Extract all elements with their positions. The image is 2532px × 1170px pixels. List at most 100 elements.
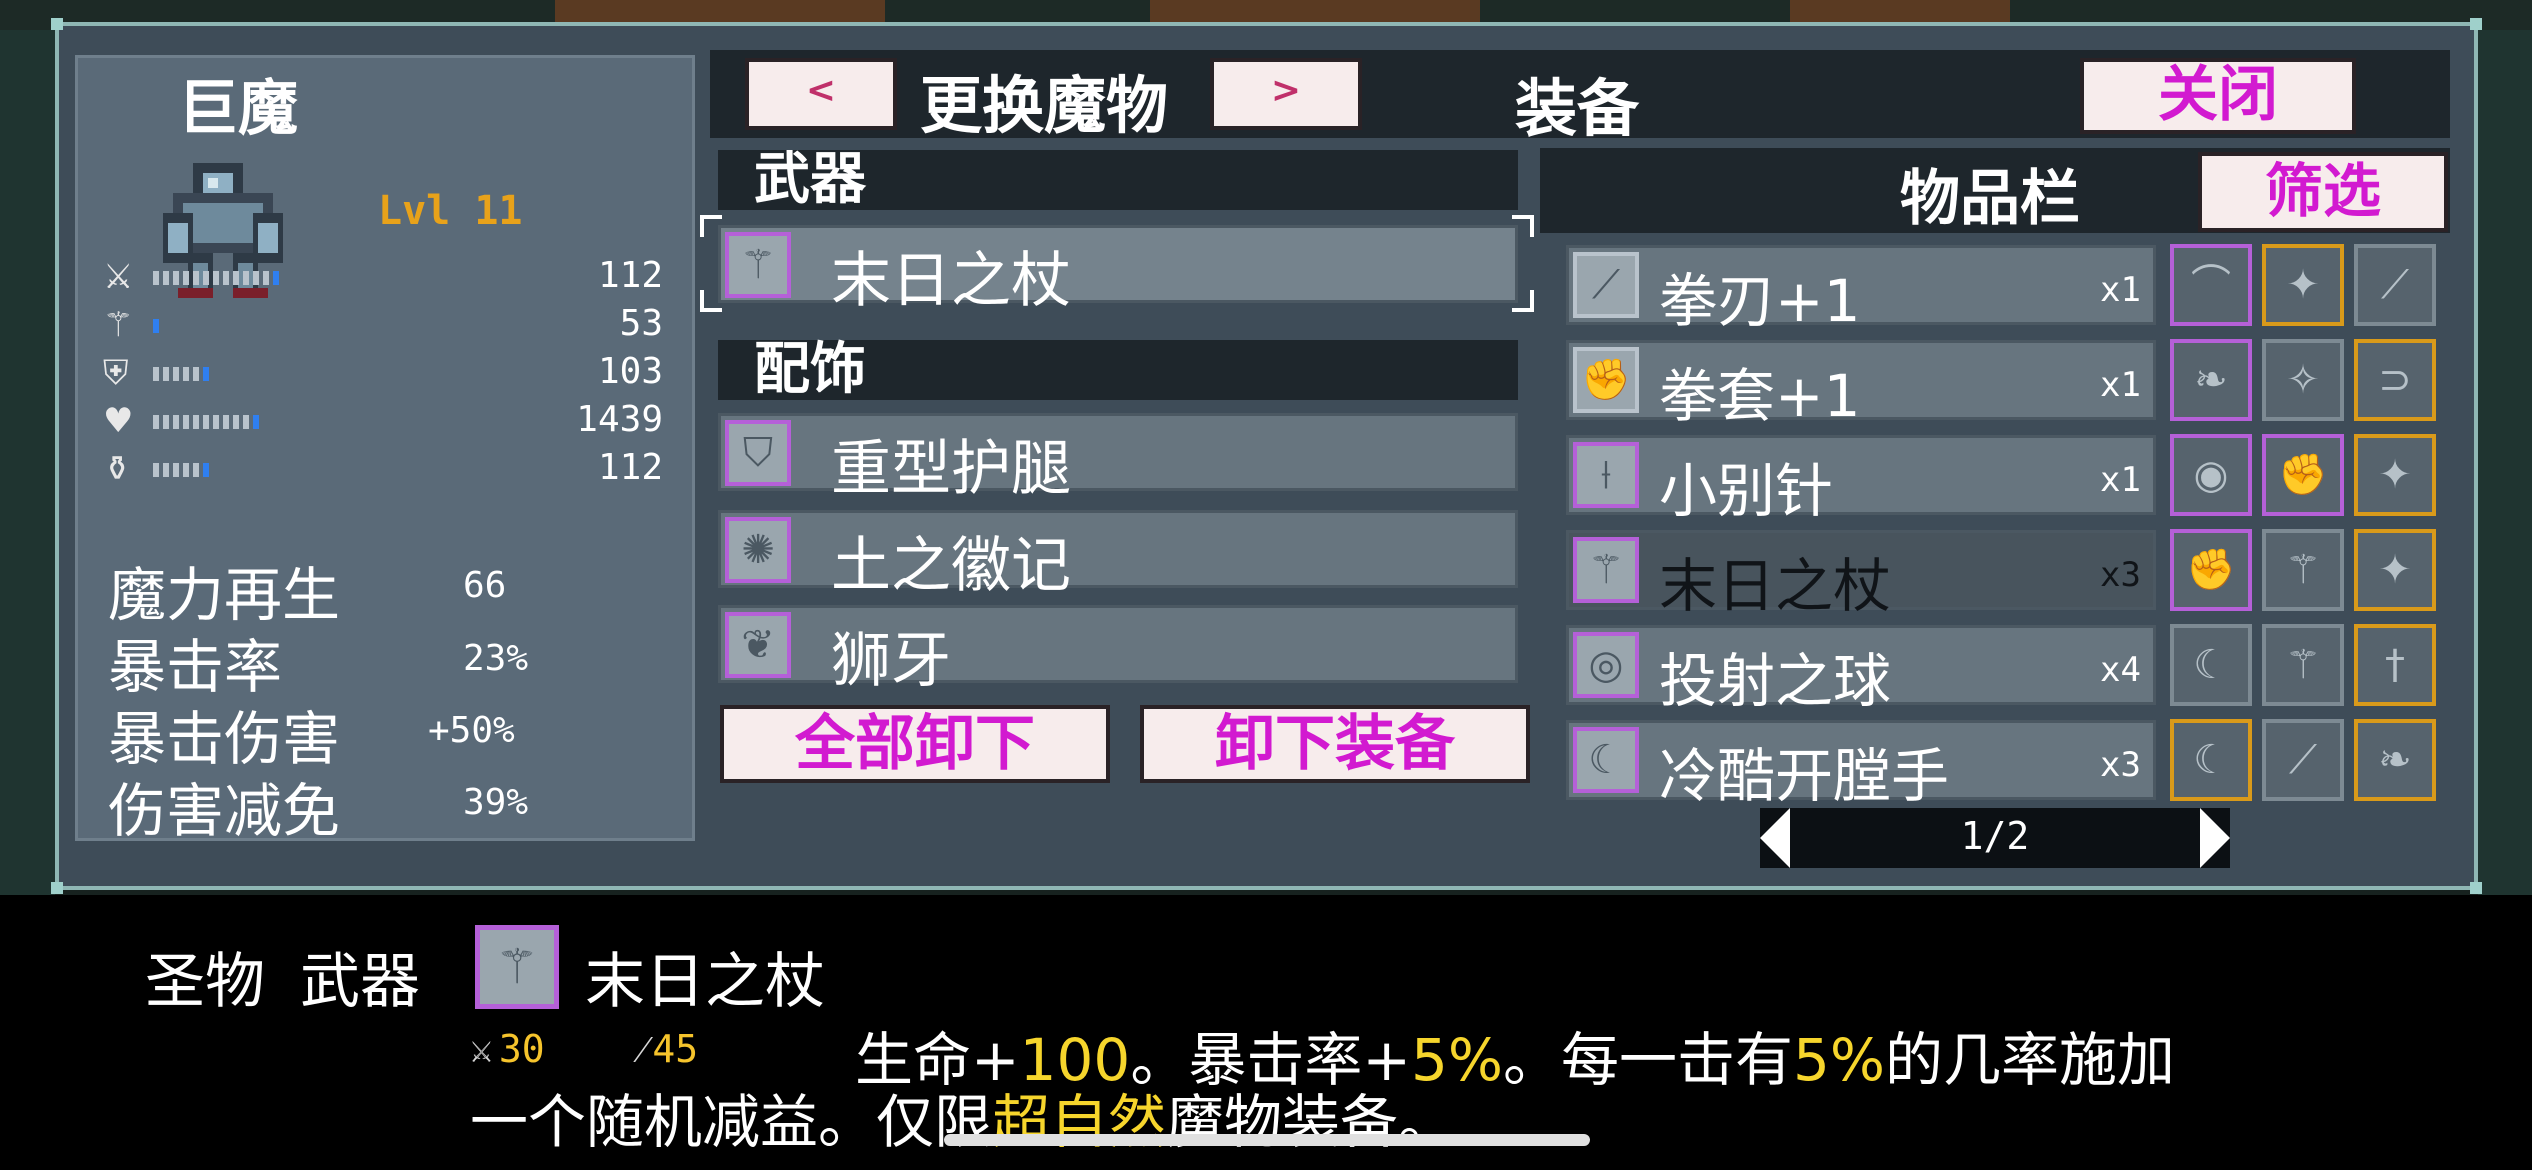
unequip-button[interactable]: 卸下装备 [1140, 705, 1530, 783]
monster-stats-panel: 巨魔 Lvl 11 ⚔ 112 ⚚ 53 ⛨ 103 ♥ 1439 ⚱ 112 魔力再生 66 暴… [75, 55, 695, 845]
close-button[interactable]: 关闭 [2080, 58, 2356, 134]
weapon-slot[interactable]: ⚚ 末日之杖 [718, 225, 1518, 316]
pin-icon: ⟊ [1573, 442, 1639, 508]
accessory-slot[interactable]: ❦ 狮牙 [718, 605, 1518, 696]
inventory-pager: 1/2 [1760, 808, 2230, 868]
item-type: 武器 [300, 947, 420, 1017]
inventory-item-count: x3 [2100, 745, 2141, 785]
stat-value: 103 [597, 351, 663, 392]
background-roof [555, 0, 885, 22]
next-monster-button[interactable]: > [1210, 58, 1362, 130]
attack-stat: ⚔ 30 [470, 1027, 545, 1071]
claw-icon[interactable]: ⟋ [2262, 719, 2344, 801]
home-indicator[interactable] [944, 1134, 1590, 1146]
stat-value: 53 [619, 303, 663, 344]
inventory-item-name: 小别针 [1659, 457, 1834, 525]
damage-reduction-value: 39% [463, 782, 529, 823]
shuriken-icon[interactable]: ✧ [2262, 339, 2344, 421]
mace-icon[interactable]: ✦ [2262, 244, 2344, 326]
heart-icon: ♥ [103, 401, 134, 441]
damage-reduction-label: 伤害减免 [108, 777, 341, 845]
feather-icon[interactable]: ❧ [2354, 719, 2436, 801]
inventory-item-count: x1 [2100, 365, 2141, 405]
gauntlet-icon: ✊ [1573, 347, 1639, 413]
desc-text: 。每一击有 [1502, 1026, 1793, 1094]
accessory-slot[interactable]: ✺ 土之徽记 [718, 510, 1518, 601]
page-indicator: 1/2 [1960, 814, 2030, 858]
crit-damage-value: +50% [428, 710, 515, 751]
inventory-item-name: 投射之球 [1659, 647, 1892, 715]
inventory-item-name: 拳套+1 [1659, 362, 1861, 430]
panel-corner [2470, 882, 2482, 894]
selection-bracket [1512, 290, 1534, 312]
monster-name: 巨魔 [178, 74, 298, 144]
selection-bracket [700, 290, 722, 312]
stat-bar [153, 463, 293, 477]
claw-icon[interactable]: ⟋ [2354, 244, 2436, 326]
magic-value: 45 [652, 1027, 699, 1071]
sickle-icon[interactable]: ☾ [2170, 624, 2252, 706]
stat-value: 112 [597, 447, 663, 488]
accessory-section-header: 配饰 [718, 340, 1518, 400]
stat-bar [153, 367, 293, 381]
inventory-item-count: x1 [2100, 270, 2141, 310]
stat-row: ⚔ 112 [103, 253, 663, 297]
stat-value: 1439 [576, 399, 663, 440]
item-name: 末日之杖 [585, 947, 825, 1017]
item-description-panel: 圣物 武器 ⚚ 末日之杖 ⚔ 30 ⁄ 45 生命+100。暴击率+5%。每一击有5… [0, 895, 2532, 1170]
inventory-item[interactable]: ⟊ 小别针 x1 [1566, 435, 2156, 525]
emblem-icon: ✺ [725, 517, 791, 583]
fang-icon: ❦ [725, 612, 791, 678]
sickle-icon[interactable]: ☾ [2170, 719, 2252, 801]
desc-highlight: 5% [1792, 1026, 1885, 1094]
sword-icon: ⚔ [470, 1027, 493, 1071]
gauntlet-icon[interactable]: ✊ [2170, 529, 2252, 611]
attack-value: 30 [498, 1027, 545, 1071]
mace-icon[interactable]: ✦ [2354, 529, 2436, 611]
mace-icon[interactable]: ✦ [2354, 434, 2436, 516]
accessory-slot[interactable]: ⛉ 重型护腿 [718, 413, 1518, 504]
inventory-item[interactable]: ⚚ 末日之杖 x3 [1566, 530, 2156, 620]
mana-regen-value: 66 [463, 565, 507, 606]
prev-monster-button[interactable]: < [745, 58, 897, 130]
filter-button[interactable]: 筛选 [2198, 152, 2448, 232]
stat-row: ⚱ 112 [103, 445, 663, 489]
inventory-item[interactable]: ⟋ 拳刃+1 x1 [1566, 245, 2156, 335]
inventory-item[interactable]: ☾ 冷酷开膛手 x3 [1566, 720, 2156, 810]
staff-icon: ⚚ [1573, 537, 1639, 603]
desc-text: 的几率施加 [1884, 1026, 2175, 1094]
feather-icon[interactable]: ❧ [2170, 339, 2252, 421]
staff-icon[interactable]: ⚚ [2262, 624, 2344, 706]
shield-icon: ⛨ [103, 353, 129, 393]
background-roof [1790, 0, 2010, 22]
stat-row: ⛨ 103 [103, 349, 663, 393]
inventory-item[interactable]: ✊ 拳套+1 x1 [1566, 340, 2156, 430]
sword-icon: ⚔ [103, 257, 134, 297]
stat-value: 112 [597, 255, 663, 296]
desc-text: 一个随机减益。仅限 [470, 1088, 993, 1156]
equipment-title: 装备 [1515, 72, 1640, 145]
staff-icon: ⚚ [725, 232, 791, 298]
weapon-name: 末日之杖 [831, 246, 1071, 316]
claw-icon: ⟋ [1573, 252, 1639, 318]
staff-icon[interactable]: ⚚ [2262, 529, 2344, 611]
crit-rate-value: 23% [463, 638, 529, 679]
unequip-all-button[interactable]: 全部卸下 [720, 705, 1110, 783]
bracer-icon[interactable]: ⊃ [2354, 339, 2436, 421]
monster-level: Lvl 11 [378, 188, 523, 234]
next-page-icon[interactable] [2200, 808, 2230, 868]
gauntlet-icon[interactable]: ✊ [2262, 434, 2344, 516]
ring-icon[interactable]: ◉ [2170, 434, 2252, 516]
stat-row: ⚚ 53 [103, 301, 663, 345]
staff-icon: ⚚ [475, 925, 559, 1009]
inventory-item-name: 末日之杖 [1659, 552, 1892, 620]
description-line-2: 一个随机减益。仅限超自然魔物装备。 [470, 1075, 1456, 1159]
selection-bracket [700, 215, 722, 237]
inventory-item-count: x3 [2100, 555, 2141, 595]
staff-icon: ⚚ [103, 305, 134, 345]
inventory-item-name: 拳刃+1 [1659, 267, 1861, 335]
inventory-item[interactable]: ◎ 投射之球 x4 [1566, 625, 2156, 715]
bow-icon[interactable]: ⌒ [2170, 244, 2252, 326]
panel-corner [51, 882, 63, 894]
dagger-icon[interactable]: † [2354, 624, 2436, 706]
